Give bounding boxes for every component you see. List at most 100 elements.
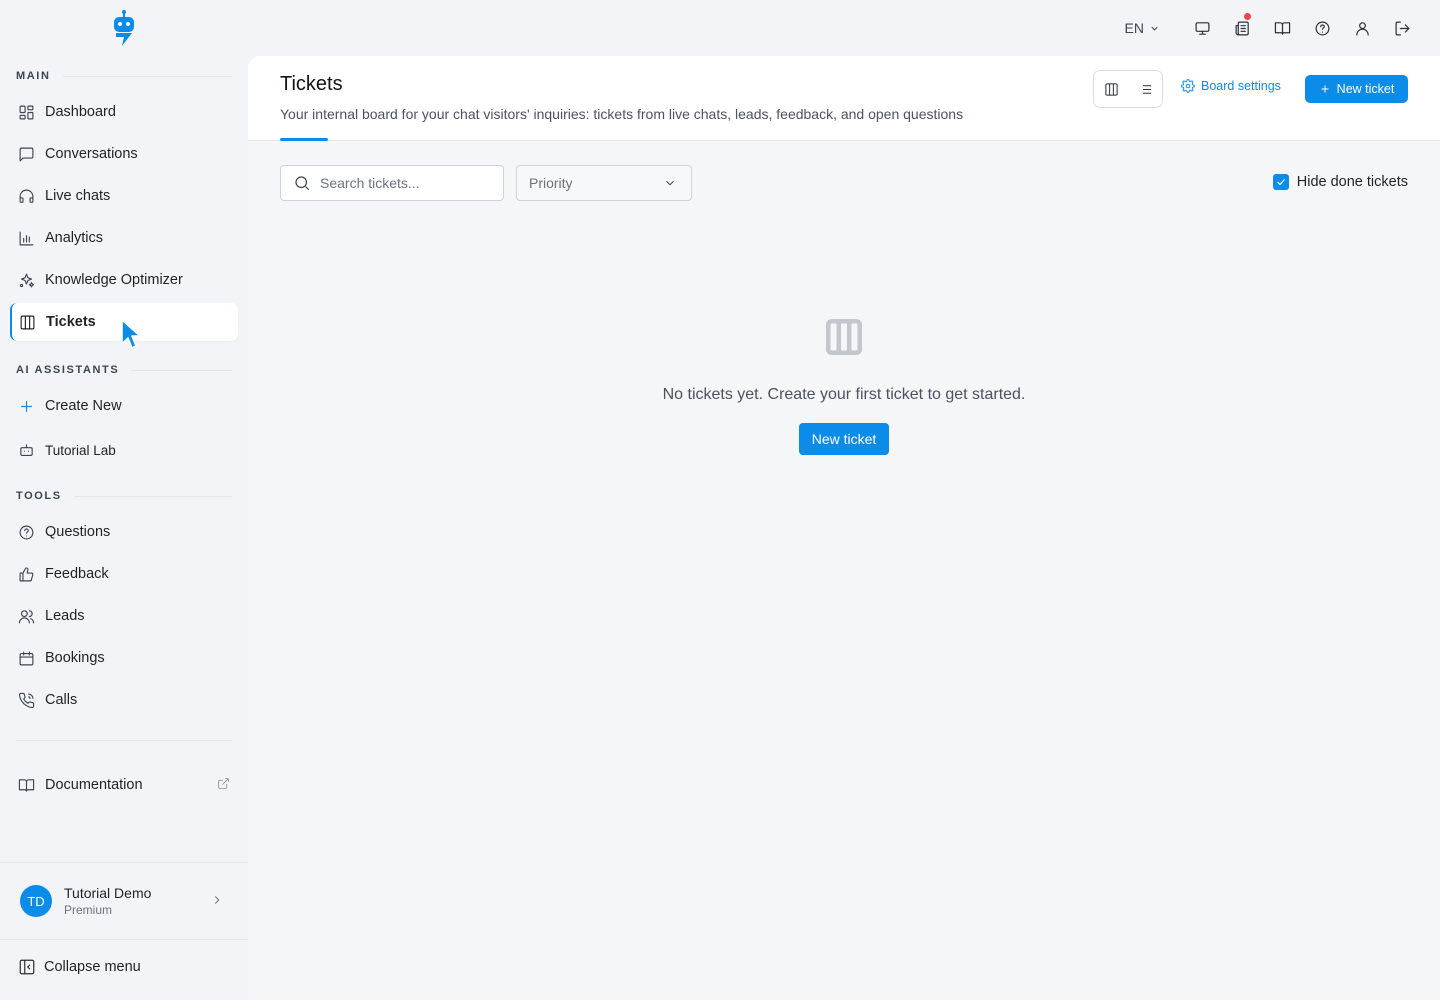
bot-icon	[17, 441, 35, 459]
list-view-button[interactable]	[1128, 71, 1162, 107]
sparkles-icon	[17, 271, 35, 289]
empty-state-message: No tickets yet. Create your first ticket…	[662, 386, 1026, 403]
news-button[interactable]	[1222, 10, 1262, 46]
bar-chart-icon	[17, 229, 35, 247]
sidebar-item-label: Live chats	[45, 188, 111, 204]
collapse-sidebar-icon	[19, 959, 35, 975]
board-settings-label: Board settings	[1201, 79, 1281, 93]
sidebar-item-label: Feedback	[45, 566, 109, 582]
sidebar-item-create-new[interactable]: Create New	[10, 387, 238, 425]
page-subtitle: Your internal board for your chat visito…	[280, 106, 964, 122]
sidebar-item-analytics[interactable]: Analytics	[10, 219, 238, 257]
priority-placeholder: Priority	[529, 175, 573, 191]
gear-icon	[1181, 79, 1195, 93]
search-input[interactable]	[320, 175, 490, 191]
collapse-menu-button[interactable]: Collapse menu	[18, 958, 141, 976]
columns-icon	[1104, 82, 1118, 96]
title-underline	[280, 138, 328, 141]
logout-icon	[1395, 21, 1409, 35]
user-icon	[1355, 21, 1369, 35]
section-label-tools: TOOLS	[16, 490, 232, 502]
external-link-icon	[217, 777, 230, 794]
notification-dot	[1244, 13, 1251, 20]
user-info: Tutorial Demo Premium	[64, 885, 151, 917]
language-label: EN	[1124, 20, 1144, 36]
profile-button[interactable]	[1342, 10, 1382, 46]
user-profile-card[interactable]: TD Tutorial Demo Premium	[0, 862, 248, 940]
mouse-cursor-icon	[120, 318, 142, 355]
sidebar-item-knowledge-optimizer[interactable]: Knowledge Optimizer	[10, 261, 238, 299]
avatar: TD	[20, 885, 52, 917]
sidebar-item-label: Documentation	[45, 777, 143, 793]
language-selector[interactable]: EN	[1125, 20, 1160, 36]
sidebar-item-label: Calls	[45, 692, 78, 708]
priority-select[interactable]: Priority	[516, 165, 692, 201]
news-icon	[1235, 21, 1249, 35]
sidebar-item-label: Leads	[45, 608, 85, 624]
empty-state-new-ticket-button[interactable]: New ticket	[799, 423, 889, 455]
sidebar-item-leads[interactable]: Leads	[10, 597, 238, 635]
empty-board-icon	[823, 316, 865, 363]
app-logo[interactable]	[110, 9, 138, 47]
sidebar-item-feedback[interactable]: Feedback	[10, 555, 238, 593]
columns-icon	[18, 313, 36, 331]
hide-done-label: Hide done tickets	[1296, 174, 1408, 190]
sidebar-item-label: Questions	[45, 524, 111, 540]
board-settings-button[interactable]: Board settings	[1181, 79, 1281, 93]
chevron-down-icon	[1151, 26, 1158, 31]
help-button[interactable]	[1302, 10, 1342, 46]
search-field[interactable]	[280, 165, 504, 201]
sidebar-item-documentation[interactable]: Documentation	[10, 766, 238, 804]
question-icon	[17, 523, 35, 541]
page-header: Tickets Your internal board for your cha…	[248, 56, 1440, 141]
monitor-icon	[1195, 21, 1209, 35]
sidebar-item-bookings[interactable]: Bookings	[10, 639, 238, 677]
search-icon	[295, 176, 310, 191]
sidebar-item-label: Tickets	[46, 314, 96, 330]
sidebar-item-label: Analytics	[45, 230, 104, 246]
headset-icon	[17, 187, 35, 205]
users-icon	[17, 607, 35, 625]
book-open-icon	[1274, 21, 1290, 35]
main-content: Tickets Your internal board for your cha…	[248, 56, 1440, 1000]
list-icon	[1139, 84, 1151, 94]
hide-done-checkbox[interactable]	[1272, 174, 1289, 190]
board-view-button[interactable]	[1094, 71, 1128, 107]
section-label-ai-assistants: AI ASSISTANTS	[16, 364, 232, 376]
user-name: Tutorial Demo	[64, 885, 152, 901]
plus-icon	[17, 397, 35, 415]
top-toolbar: EN	[1125, 10, 1422, 46]
monitor-button[interactable]	[1182, 10, 1222, 46]
sidebar-item-label: Knowledge Optimizer	[45, 272, 183, 288]
thumbs-up-icon	[17, 565, 35, 583]
sidebar-item-calls[interactable]: Calls	[10, 681, 238, 719]
sidebar-item-conversations[interactable]: Conversations	[10, 135, 238, 173]
collapse-menu-label: Collapse menu	[44, 959, 141, 975]
hide-done-toggle[interactable]: Hide done tickets	[1272, 174, 1408, 190]
sidebar-item-tutorial-lab[interactable]: Tutorial Lab	[10, 431, 238, 469]
sidebar-item-questions[interactable]: Questions	[10, 513, 238, 551]
sidebar-item-live-chats[interactable]: Live chats	[10, 177, 238, 215]
view-toggle	[1093, 70, 1163, 108]
dashboard-icon	[17, 103, 35, 121]
sidebar-item-label: Tutorial Lab	[45, 442, 116, 458]
sidebar-item-label: Conversations	[45, 146, 138, 162]
check-icon	[1276, 179, 1285, 186]
sidebar-item-label: Bookings	[45, 650, 105, 666]
chat-icon	[17, 145, 35, 163]
plus-icon	[1321, 85, 1329, 93]
sidebar-item-label: Create New	[45, 398, 122, 414]
sidebar-item-label: Dashboard	[45, 104, 116, 120]
guide-button[interactable]	[1262, 10, 1302, 46]
chevron-down-icon	[666, 180, 674, 186]
new-ticket-label: New ticket	[1336, 82, 1395, 96]
sidebar-item-dashboard[interactable]: Dashboard	[10, 93, 238, 131]
user-plan: Premium	[64, 903, 113, 917]
page-title: Tickets	[280, 73, 343, 95]
section-label-main: MAIN	[16, 70, 232, 82]
book-icon	[17, 776, 35, 794]
new-ticket-button[interactable]: New ticket	[1305, 75, 1408, 103]
calendar-icon	[17, 649, 35, 667]
logout-button[interactable]	[1382, 10, 1422, 46]
help-icon	[1315, 21, 1329, 35]
